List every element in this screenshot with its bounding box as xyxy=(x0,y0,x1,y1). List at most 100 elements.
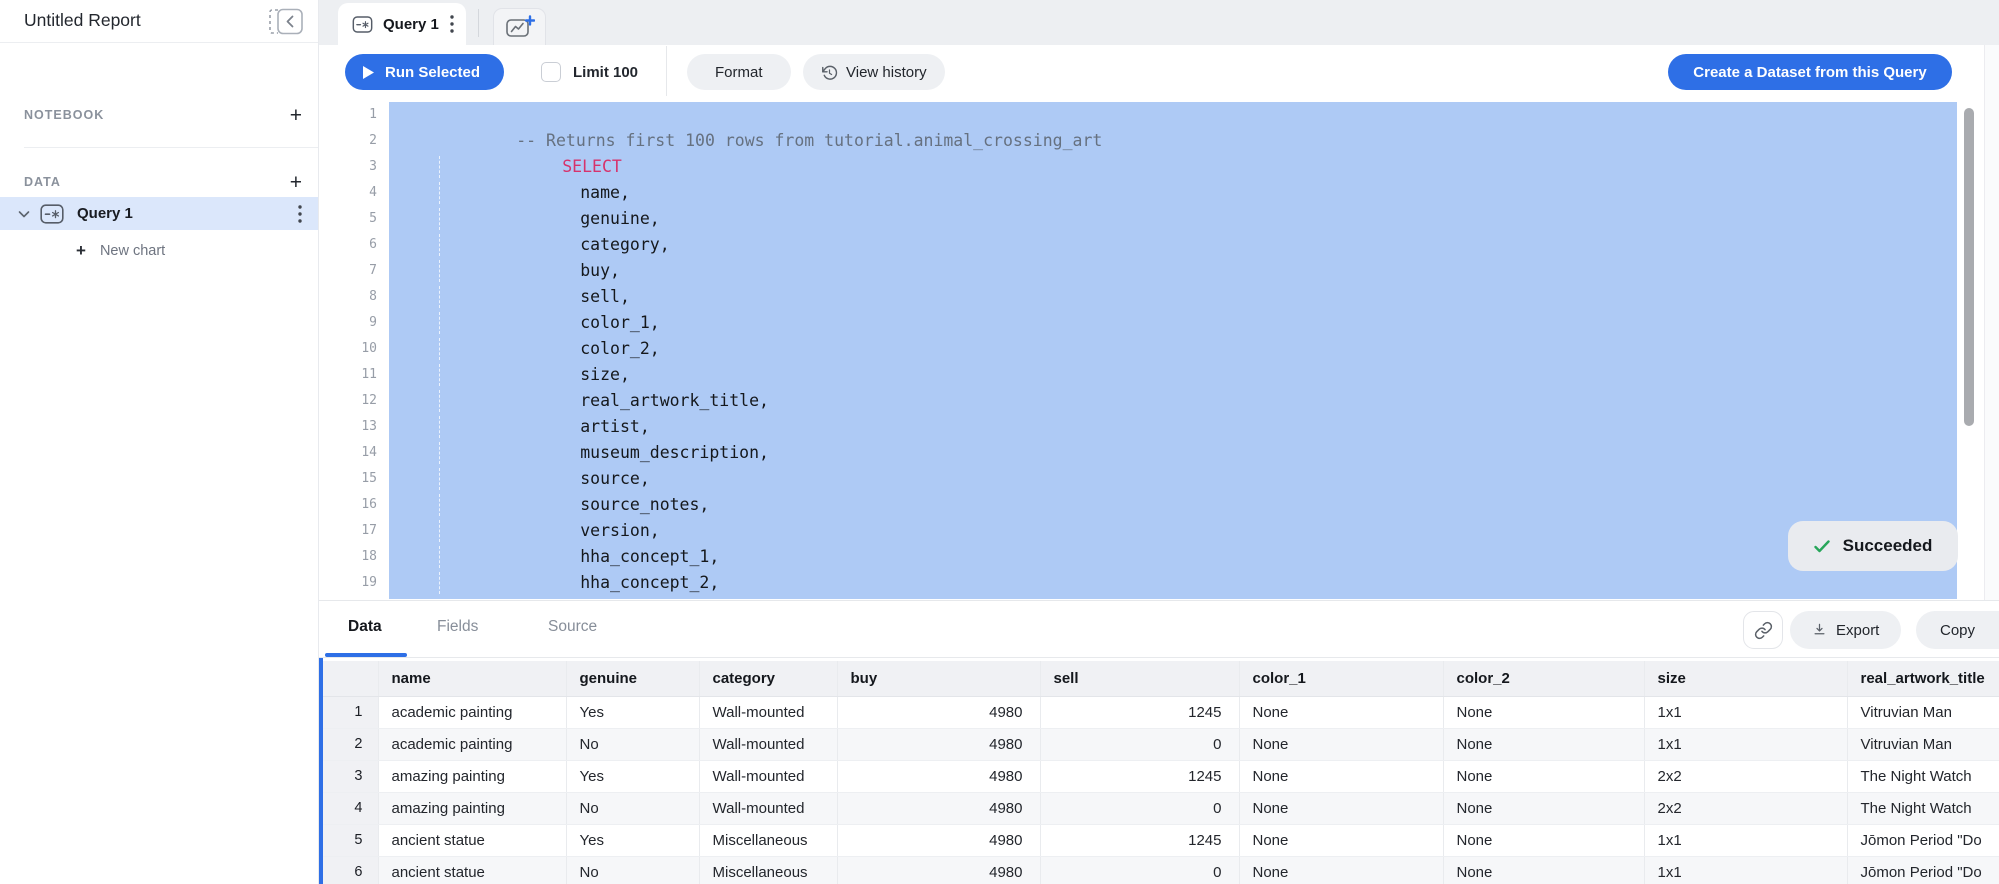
table-cell[interactable]: Miscellaneous xyxy=(699,856,837,884)
table-cell[interactable]: Wall-mounted xyxy=(699,728,837,760)
table-cell[interactable]: None xyxy=(1239,760,1443,792)
new-chart-button[interactable]: + New chart xyxy=(76,237,165,265)
run-selected-button[interactable]: Run Selected xyxy=(345,54,504,90)
table-cell[interactable]: The Night Watch xyxy=(1847,792,1999,824)
code-line[interactable]: source, xyxy=(389,440,1957,466)
code-line[interactable]: hha_concept_1, xyxy=(389,518,1957,544)
chevron-down-icon[interactable] xyxy=(18,210,30,218)
code-line[interactable]: version, xyxy=(389,492,1957,518)
table-cell[interactable]: ancient statue xyxy=(378,856,566,884)
code-line[interactable]: -- Returns first 100 rows from tutorial.… xyxy=(389,102,1957,128)
code-line[interactable]: sell, xyxy=(389,258,1957,284)
editor-scrollbar[interactable] xyxy=(1964,108,1974,426)
table-cell[interactable]: 1245 xyxy=(1040,760,1239,792)
code-line[interactable]: museum_description, xyxy=(389,414,1957,440)
table-cell[interactable]: None xyxy=(1239,728,1443,760)
table-cell[interactable]: Yes xyxy=(566,760,699,792)
report-title[interactable]: Untitled Report xyxy=(24,10,141,31)
table-cell[interactable]: amazing painting xyxy=(378,792,566,824)
row-number[interactable]: 4 xyxy=(323,792,378,824)
tab-source[interactable]: Source xyxy=(548,618,597,636)
code-line[interactable]: SELECT xyxy=(389,128,1957,154)
table-cell[interactable]: No xyxy=(566,792,699,824)
table-cell[interactable]: Miscellaneous xyxy=(699,824,837,856)
table-cell[interactable]: None xyxy=(1443,696,1644,728)
sql-code-selection[interactable]: -- Returns first 100 rows from tutorial.… xyxy=(389,102,1957,599)
table-cell[interactable]: 2x2 xyxy=(1644,760,1847,792)
table-cell[interactable]: Yes xyxy=(566,824,699,856)
table-cell[interactable]: Yes xyxy=(566,696,699,728)
row-number[interactable]: 1 xyxy=(323,696,378,728)
code-line[interactable]: hha_concept_2, xyxy=(389,544,1957,570)
table-cell[interactable]: 2x2 xyxy=(1644,792,1847,824)
table-cell[interactable]: 4980 xyxy=(837,696,1040,728)
row-number[interactable]: 6 xyxy=(323,856,378,884)
column-header-genuine[interactable]: genuine xyxy=(566,661,699,696)
sql-editor[interactable]: 12345678910111213141516171819 -- Returns… xyxy=(319,100,1999,600)
code-line[interactable]: hha_series, xyxy=(389,570,1957,596)
code-line[interactable]: category, xyxy=(389,206,1957,232)
sidebar-item-query-1[interactable]: Query 1 xyxy=(0,197,318,230)
table-cell[interactable]: 1x1 xyxy=(1644,824,1847,856)
table-cell[interactable]: None xyxy=(1239,856,1443,884)
table-cell[interactable]: No xyxy=(566,728,699,760)
row-number[interactable]: 2 xyxy=(323,728,378,760)
code-line[interactable]: buy, xyxy=(389,232,1957,258)
code-line[interactable]: color_1, xyxy=(389,284,1957,310)
column-header-real_artwork_title[interactable]: real_artwork_title xyxy=(1847,661,1999,696)
create-dataset-button[interactable]: Create a Dataset from this Query xyxy=(1668,54,1952,90)
table-cell[interactable]: None xyxy=(1443,856,1644,884)
column-header-buy[interactable]: buy xyxy=(837,661,1040,696)
table-cell[interactable]: None xyxy=(1443,760,1644,792)
table-cell[interactable]: The Night Watch xyxy=(1847,760,1999,792)
table-cell[interactable]: amazing painting xyxy=(378,760,566,792)
table-cell[interactable]: Vitruvian Man xyxy=(1847,696,1999,728)
code-line[interactable]: real_artwork_title, xyxy=(389,362,1957,388)
row-number[interactable]: 5 xyxy=(323,824,378,856)
table-cell[interactable]: academic painting xyxy=(378,728,566,760)
table-cell[interactable]: None xyxy=(1239,824,1443,856)
add-notebook-cell-button[interactable]: + xyxy=(290,105,302,126)
table-cell[interactable]: 1x1 xyxy=(1644,696,1847,728)
code-line[interactable]: genuine, xyxy=(389,180,1957,206)
table-cell[interactable]: 4980 xyxy=(837,728,1040,760)
table-cell[interactable]: Wall-mounted xyxy=(699,792,837,824)
row-number[interactable]: 3 xyxy=(323,760,378,792)
table-cell[interactable]: None xyxy=(1443,824,1644,856)
table-cell[interactable]: 4980 xyxy=(837,856,1040,884)
column-header-size[interactable]: size xyxy=(1644,661,1847,696)
table-cell[interactable]: 1245 xyxy=(1040,824,1239,856)
export-button[interactable]: Export xyxy=(1790,611,1901,649)
table-cell[interactable]: 1x1 xyxy=(1644,728,1847,760)
table-cell[interactable]: None xyxy=(1239,696,1443,728)
add-data-cell-button[interactable]: + xyxy=(290,172,302,193)
table-cell[interactable]: Wall-mounted xyxy=(699,696,837,728)
column-header-color_1[interactable]: color_1 xyxy=(1239,661,1443,696)
kebab-menu-icon[interactable] xyxy=(450,15,454,33)
window-scrollbar-track[interactable] xyxy=(1984,45,1999,600)
share-link-button[interactable] xyxy=(1743,611,1783,649)
table-cell[interactable]: 0 xyxy=(1040,728,1239,760)
kebab-menu-icon[interactable] xyxy=(298,205,302,223)
table-cell[interactable]: Wall-mounted xyxy=(699,760,837,792)
table-cell[interactable]: 4980 xyxy=(837,760,1040,792)
view-history-button[interactable]: View history xyxy=(803,54,945,90)
code-line[interactable]: size, xyxy=(389,336,1957,362)
code-line[interactable]: artist, xyxy=(389,388,1957,414)
limit-checkbox[interactable] xyxy=(541,62,561,82)
tab-query-1[interactable]: Query 1 xyxy=(338,3,466,45)
table-cell[interactable]: 0 xyxy=(1040,856,1239,884)
table-cell[interactable]: No xyxy=(566,856,699,884)
table-cell[interactable]: 4980 xyxy=(837,824,1040,856)
code-line[interactable]: source_notes, xyxy=(389,466,1957,492)
table-cell[interactable]: Vitruvian Man xyxy=(1847,728,1999,760)
column-header-name[interactable]: name xyxy=(378,661,566,696)
tab-fields[interactable]: Fields xyxy=(437,618,478,636)
column-header-category[interactable]: category xyxy=(699,661,837,696)
tab-data[interactable]: Data xyxy=(348,618,382,636)
table-cell[interactable]: Jōmon Period "Do xyxy=(1847,824,1999,856)
limit-100-toggle[interactable]: Limit 100 xyxy=(541,54,638,90)
table-cell[interactable]: 1x1 xyxy=(1644,856,1847,884)
table-cell[interactable]: None xyxy=(1239,792,1443,824)
copy-button[interactable]: Copy xyxy=(1916,611,1999,649)
